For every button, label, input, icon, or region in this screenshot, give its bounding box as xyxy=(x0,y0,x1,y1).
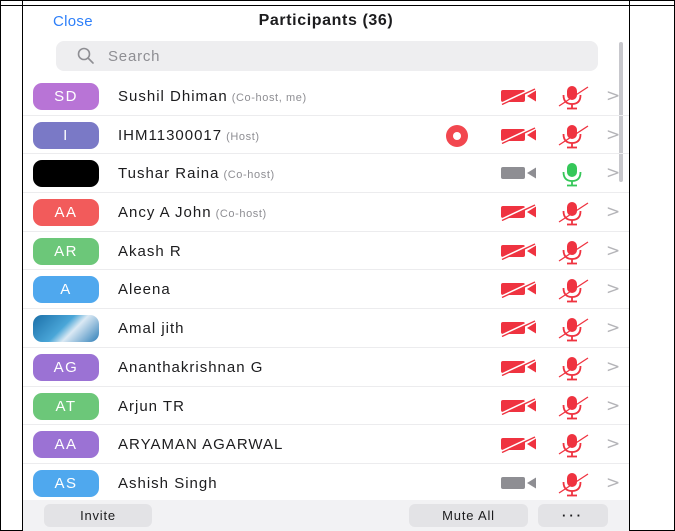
participant-row[interactable]: AR Akash R > xyxy=(23,232,629,271)
participant-list: SD Sushil Dhiman (Co-host, me) > I IHM1130001… xyxy=(23,77,629,503)
chevron-right-icon[interactable]: > xyxy=(606,241,620,261)
participant-name-text: Ananthakrishnan G xyxy=(118,358,264,376)
microphone-muted-icon[interactable] xyxy=(555,355,591,381)
chevron-right-icon[interactable]: > xyxy=(606,86,620,106)
participant-row[interactable]: AS Ashish Singh > xyxy=(23,464,629,503)
avatar: AA xyxy=(33,199,99,227)
participant-name: IHM11300017 (Host) xyxy=(118,127,260,144)
microphone-muted-icon[interactable] xyxy=(555,277,591,303)
video-off-icon[interactable] xyxy=(500,319,538,338)
recording-icon xyxy=(446,124,468,147)
participant-name: Amal jith xyxy=(118,320,185,337)
participant-name: Aleena xyxy=(118,281,171,298)
avatar: A xyxy=(33,276,99,304)
close-button[interactable]: Close xyxy=(53,13,93,30)
video-off-icon[interactable] xyxy=(500,125,538,144)
avatar: AA xyxy=(33,431,99,459)
participant-row[interactable]: A Aleena > xyxy=(23,270,629,310)
chevron-right-icon[interactable]: > xyxy=(606,434,620,454)
chevron-right-icon[interactable]: > xyxy=(606,125,620,145)
participant-name: Ananthakrishnan G xyxy=(118,359,263,376)
microphone-muted-icon[interactable] xyxy=(555,471,591,497)
microphone-muted-icon[interactable] xyxy=(555,316,591,342)
participant-name-text: Ancy A John xyxy=(118,204,212,222)
microphone-muted-icon[interactable] xyxy=(555,123,591,149)
participant-name: Ancy A John (Co-host) xyxy=(118,204,267,221)
video-camera-icon[interactable] xyxy=(500,164,538,182)
video-off-icon[interactable] xyxy=(500,396,538,415)
participant-row[interactable]: AG Ananthakrishnan G > xyxy=(23,348,629,387)
participant-row[interactable]: Amal jith > xyxy=(23,309,629,348)
video-off-icon[interactable] xyxy=(500,87,538,105)
participant-row[interactable]: I IHM11300017 (Host) > xyxy=(23,116,629,155)
participant-name: Arjun TR xyxy=(118,398,185,415)
participant-name-text: IHM11300017 xyxy=(118,126,223,144)
participant-row[interactable]: AA Ancy A John (Co-host) > xyxy=(23,193,629,232)
panel-header: Participants (36) Close xyxy=(23,6,629,40)
participant-name-text: ARYAMAN AGARWAL xyxy=(118,436,284,454)
avatar xyxy=(33,315,99,343)
microphone-muted-icon[interactable] xyxy=(555,432,591,458)
microphone-muted-icon[interactable] xyxy=(555,200,591,226)
search-input[interactable] xyxy=(108,47,508,65)
chevron-right-icon[interactable]: > xyxy=(606,318,620,338)
participant-role: (Host) xyxy=(226,130,260,143)
participant-name: Akash R xyxy=(118,243,182,260)
chevron-right-icon[interactable]: > xyxy=(606,473,620,493)
frame-right-line xyxy=(629,0,630,531)
participant-name-text: Ashish Singh xyxy=(118,474,218,492)
avatar xyxy=(33,160,99,188)
page-title: Participants (36) xyxy=(258,12,394,29)
microphone-muted-icon[interactable] xyxy=(555,394,591,420)
chevron-right-icon[interactable]: > xyxy=(606,279,620,299)
microphone-muted-icon[interactable] xyxy=(555,84,591,110)
chevron-right-icon[interactable]: > xyxy=(606,202,620,222)
avatar: AR xyxy=(33,237,99,265)
participant-row[interactable]: Tushar Raina (Co-host) > xyxy=(23,154,629,194)
participant-name-text: Amal jith xyxy=(118,320,185,338)
participant-row[interactable]: AA ARYAMAN AGARWAL > xyxy=(23,425,629,464)
search-icon xyxy=(77,47,94,64)
microphone-muted-icon[interactable] xyxy=(555,239,591,265)
participant-name: ARYAMAN AGARWAL xyxy=(118,436,283,453)
participant-name-text: Sushil Dhiman xyxy=(118,88,228,105)
video-off-icon[interactable] xyxy=(500,435,538,454)
participant-name: Sushil Dhiman (Co-host, me) xyxy=(118,88,307,105)
avatar: AT xyxy=(33,392,99,420)
participant-row[interactable]: SD Sushil Dhiman (Co-host, me) > xyxy=(23,77,629,116)
participants-panel: Participants (36) Close SDSushil Dhiman(… xyxy=(23,6,629,531)
video-off-icon[interactable] xyxy=(500,357,538,376)
participant-name-text: Tushar Raina xyxy=(118,165,220,183)
video-off-icon[interactable] xyxy=(500,280,538,299)
participant-row[interactable]: AT Arjun TR > xyxy=(23,387,629,426)
participant-role: (Co-host) xyxy=(223,169,275,182)
participant-role: (Co-host) xyxy=(215,208,267,221)
more-options-button[interactable]: ··· xyxy=(538,504,608,527)
mute-all-button[interactable]: Mute All xyxy=(409,504,528,527)
participant-role: (Co-host, me) xyxy=(231,92,307,104)
avatar: AG xyxy=(33,353,99,381)
chevron-right-icon[interactable]: > xyxy=(606,357,620,377)
avatar: SD xyxy=(33,83,99,110)
video-camera-icon[interactable] xyxy=(500,474,538,492)
avatar: AS xyxy=(33,469,99,497)
participant-name-text: Akash R xyxy=(118,242,182,260)
participant-name-text: Aleena xyxy=(118,281,171,299)
participant-name-text: Arjun TR xyxy=(118,397,185,415)
avatar: I xyxy=(33,121,99,149)
video-off-icon[interactable] xyxy=(500,203,538,222)
chevron-right-icon[interactable]: > xyxy=(606,396,620,416)
search-bar[interactable] xyxy=(56,41,598,71)
chevron-right-icon[interactable]: > xyxy=(606,163,620,183)
participant-name: Tushar Raina (Co-host) xyxy=(118,165,275,182)
participant-name: Ashish Singh xyxy=(118,475,218,492)
video-off-icon[interactable] xyxy=(500,241,538,260)
invite-button[interactable]: Invite xyxy=(44,504,152,527)
microphone-icon[interactable] xyxy=(555,161,591,187)
footer-toolbar: Invite Mute All ··· xyxy=(23,500,629,531)
